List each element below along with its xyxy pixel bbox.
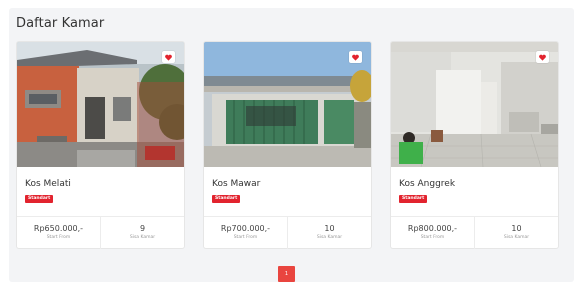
rooms-left-stat: 10 Sisa Kamar [287, 217, 371, 249]
favorite-button[interactable] [162, 51, 175, 63]
heart-icon [352, 54, 359, 61]
price-label: Start From [46, 235, 71, 240]
room-photo[interactable] [17, 42, 184, 167]
price-label: Start From [420, 235, 445, 240]
rooms-left-label: Sisa Kamar [316, 235, 343, 240]
rooms-left-label: Sisa Kamar [129, 235, 156, 240]
price-value: Rp700.000,- [220, 224, 271, 233]
room-card-kos-mawar[interactable]: Kos Mawar Standart Rp700.000,- Start Fro… [204, 42, 371, 249]
rooms-left-label: Sisa Kamar [503, 235, 530, 240]
room-name[interactable]: Kos Melati [25, 179, 71, 189]
room-card-kos-melati[interactable]: Kos Melati Standart Rp650.000,- Start Fr… [17, 42, 184, 249]
price-stat: Rp700.000,- Start From [204, 217, 287, 249]
price-value: Rp800.000,- [407, 224, 458, 233]
page-title: Daftar Kamar [16, 16, 105, 31]
rooms-left-value: 10 [324, 224, 335, 233]
room-name[interactable]: Kos Anggrek [399, 179, 455, 189]
price-stat: Rp650.000,- Start From [17, 217, 100, 249]
price-label: Start From [233, 235, 258, 240]
room-name[interactable]: Kos Mawar [212, 179, 260, 189]
rooms-left-stat: 9 Sisa Kamar [100, 217, 184, 249]
favorite-button[interactable] [349, 51, 362, 63]
room-stats: Rp650.000,- Start From 9 Sisa Kamar [17, 216, 184, 249]
heart-icon [165, 54, 172, 61]
rooms-left-value: 10 [511, 224, 522, 233]
price-stat: Rp800.000,- Start From [391, 217, 474, 249]
room-type-badge: Standart [25, 195, 54, 203]
heart-icon [539, 54, 546, 61]
room-card-kos-anggrek[interactable]: Kos Anggrek Standart Rp800.000,- Start F… [391, 42, 558, 249]
room-type-badge: Standart [399, 195, 428, 203]
rooms-left-stat: 10 Sisa Kamar [474, 217, 558, 249]
room-stats: Rp800.000,- Start From 10 Sisa Kamar [391, 216, 558, 249]
room-stats: Rp700.000,- Start From 10 Sisa Kamar [204, 216, 371, 249]
pagination-page-button[interactable]: 1 [278, 266, 295, 282]
room-list-panel: Daftar Kamar Kos Melati Standart Rp650.0… [9, 8, 574, 282]
room-photo[interactable] [204, 42, 371, 167]
rooms-left-value: 9 [139, 224, 146, 233]
room-photo[interactable] [391, 42, 558, 167]
room-type-badge: Standart [212, 195, 241, 203]
favorite-button[interactable] [536, 51, 549, 63]
price-value: Rp650.000,- [33, 224, 84, 233]
